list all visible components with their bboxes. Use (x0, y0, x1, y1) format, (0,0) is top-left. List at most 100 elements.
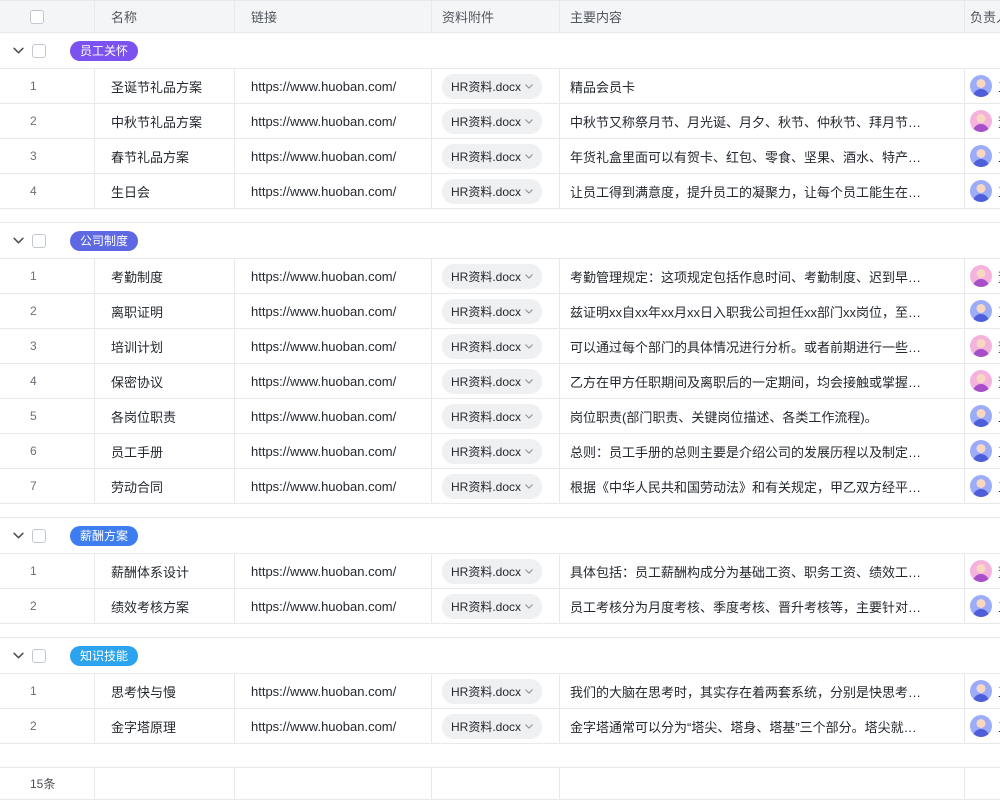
attachment-chip[interactable]: HR资料.docx (442, 179, 542, 204)
chevron-down-icon[interactable] (12, 650, 24, 662)
name-cell[interactable]: 各岗位职责 (95, 399, 235, 434)
content-cell[interactable]: 考勤管理规定：这项规定包括作息时间、考勤制度、迟到早… (560, 259, 965, 294)
group-checkbox[interactable] (32, 649, 46, 663)
owner-cell[interactable]: 三 (965, 399, 1000, 434)
name-cell[interactable]: 员工手册 (95, 434, 235, 469)
content-cell[interactable]: 金字塔通常可以分为“塔尖、塔身、塔基”三个部分。塔尖就… (560, 709, 965, 744)
name-cell[interactable]: 金字塔原理 (95, 709, 235, 744)
link-cell[interactable]: https://www.huoban.com/ (235, 399, 432, 434)
group-checkbox[interactable] (32, 234, 46, 248)
attachment-chip[interactable]: HR资料.docx (442, 559, 542, 584)
content-cell[interactable]: 员工考核分为月度考核、季度考核、晋升考核等，主要针对… (560, 589, 965, 624)
attachment-chip[interactable]: HR资料.docx (442, 594, 542, 619)
owner-cell[interactable]: 三 (965, 589, 1000, 624)
owner-cell[interactable]: 三 (965, 434, 1000, 469)
name-cell[interactable]: 春节礼品方案 (95, 139, 235, 174)
link-cell[interactable]: https://www.huoban.com/ (235, 364, 432, 399)
link-cell[interactable]: https://www.huoban.com/ (235, 294, 432, 329)
group-name-badge[interactable]: 公司制度 (70, 231, 138, 251)
group-checkbox[interactable] (32, 44, 46, 58)
content-cell[interactable]: 根据《中华人民共和国劳动法》和有关规定，甲乙双方经平… (560, 469, 965, 504)
owner-avatar (970, 560, 992, 582)
attachment-chip[interactable]: HR资料.docx (442, 474, 542, 499)
owner-cell[interactable]: 董 (965, 259, 1000, 294)
link-cell[interactable]: https://www.huoban.com/ (235, 709, 432, 744)
content-cell[interactable]: 总则：员工手册的总则主要是介绍公司的发展历程以及制定… (560, 434, 965, 469)
link-cell[interactable]: https://www.huoban.com/ (235, 434, 432, 469)
attachment-cell: HR资料.docx (432, 709, 560, 744)
owner-avatar (970, 110, 992, 132)
name-cell[interactable]: 劳动合同 (95, 469, 235, 504)
column-header-content[interactable]: 主要内容 (560, 1, 965, 33)
link-cell[interactable]: https://www.huoban.com/ (235, 174, 432, 209)
attachment-chip[interactable]: HR资料.docx (442, 439, 542, 464)
name-cell[interactable]: 圣诞节礼品方案 (95, 69, 235, 104)
link-cell[interactable]: https://www.huoban.com/ (235, 139, 432, 174)
group-name-badge[interactable]: 薪酬方案 (70, 526, 138, 546)
link-cell[interactable]: https://www.huoban.com/ (235, 469, 432, 504)
group-name-badge[interactable]: 知识技能 (70, 646, 138, 666)
link-cell[interactable]: https://www.huoban.com/ (235, 259, 432, 294)
owner-cell[interactable]: 三 (965, 139, 1000, 174)
chevron-down-icon[interactable] (12, 530, 24, 542)
attachment-chip[interactable]: HR资料.docx (442, 299, 542, 324)
footer-cell-attachment (432, 768, 560, 800)
name-cell[interactable]: 离职证明 (95, 294, 235, 329)
content-cell[interactable]: 年货礼盒里面可以有贺卡、红包、零食、坚果、酒水、特产… (560, 139, 965, 174)
content-cell[interactable]: 兹证明xx自xx年xx月xx日入职我公司担任xx部门xx岗位，至… (560, 294, 965, 329)
chevron-down-icon[interactable] (12, 235, 24, 247)
column-header-name[interactable]: 名称 (95, 1, 235, 33)
content-cell[interactable]: 让员工得到满意度，提升员工的凝聚力，让每个员工能生在… (560, 174, 965, 209)
owner-cell[interactable]: 三 (965, 469, 1000, 504)
owner-cell[interactable]: 董 (965, 104, 1000, 139)
owner-cell[interactable]: 三 (965, 174, 1000, 209)
select-all-checkbox[interactable] (30, 10, 44, 24)
content-cell[interactable]: 我们的大脑在思考时，其实存在着两套系统，分别是快思考… (560, 674, 965, 709)
attachment-chip[interactable]: HR资料.docx (442, 144, 542, 169)
name-cell[interactable]: 考勤制度 (95, 259, 235, 294)
column-header-link[interactable]: 链接 (235, 1, 432, 33)
link-cell[interactable]: https://www.huoban.com/ (235, 69, 432, 104)
content-cell[interactable]: 中秋节又称祭月节、月光诞、月夕、秋节、仲秋节、拜月节… (560, 104, 965, 139)
content-cell[interactable]: 精品会员卡 (560, 69, 965, 104)
name-cell[interactable]: 薪酬体系设计 (95, 554, 235, 589)
attachment-chip[interactable]: HR资料.docx (442, 109, 542, 134)
group-name-badge[interactable]: 员工关怀 (70, 41, 138, 61)
name-cell[interactable]: 培训计划 (95, 329, 235, 364)
owner-cell[interactable]: 三 (965, 294, 1000, 329)
chevron-down-icon (525, 484, 533, 489)
attachment-chip[interactable]: HR资料.docx (442, 74, 542, 99)
column-header-attachment[interactable]: 资料附件 (432, 1, 560, 33)
name-cell[interactable]: 生日会 (95, 174, 235, 209)
content-cell[interactable]: 具体包括：员工薪酬构成分为基础工资、职务工资、绩效工… (560, 554, 965, 589)
attachment-chip[interactable]: HR资料.docx (442, 264, 542, 289)
content-cell[interactable]: 可以通过每个部门的具体情况进行分析。或者前期进行一些… (560, 329, 965, 364)
attachment-chip[interactable]: HR资料.docx (442, 714, 542, 739)
group-checkbox[interactable] (32, 529, 46, 543)
content-cell[interactable]: 乙方在甲方任职期间及离职后的一定期间，均会接触或掌握… (560, 364, 965, 399)
content-cell[interactable]: 岗位职责(部门职责、关键岗位描述、各类工作流程)。 (560, 399, 965, 434)
column-header-owner[interactable]: 负责人 (965, 1, 1000, 33)
link-cell[interactable]: https://www.huoban.com/ (235, 554, 432, 589)
attachment-chip[interactable]: HR资料.docx (442, 404, 542, 429)
owner-cell[interactable]: 董 (965, 364, 1000, 399)
owner-cell[interactable]: 董 (965, 329, 1000, 364)
link-cell[interactable]: https://www.huoban.com/ (235, 674, 432, 709)
name-cell[interactable]: 思考快与慢 (95, 674, 235, 709)
link-cell[interactable]: https://www.huoban.com/ (235, 329, 432, 364)
owner-cell[interactable]: 三 (965, 674, 1000, 709)
empty-area (0, 744, 1000, 767)
chevron-down-icon[interactable] (12, 45, 24, 57)
owner-cell[interactable]: 三 (965, 709, 1000, 744)
attachment-chip[interactable]: HR资料.docx (442, 369, 542, 394)
attachment-chip[interactable]: HR资料.docx (442, 334, 542, 359)
link-cell[interactable]: https://www.huoban.com/ (235, 589, 432, 624)
owner-cell[interactable]: 董 (965, 554, 1000, 589)
owner-cell[interactable]: 三 (965, 69, 1000, 104)
attachment-chip[interactable]: HR资料.docx (442, 679, 542, 704)
owner-avatar (970, 75, 992, 97)
name-cell[interactable]: 中秋节礼品方案 (95, 104, 235, 139)
name-cell[interactable]: 绩效考核方案 (95, 589, 235, 624)
link-cell[interactable]: https://www.huoban.com/ (235, 104, 432, 139)
name-cell[interactable]: 保密协议 (95, 364, 235, 399)
